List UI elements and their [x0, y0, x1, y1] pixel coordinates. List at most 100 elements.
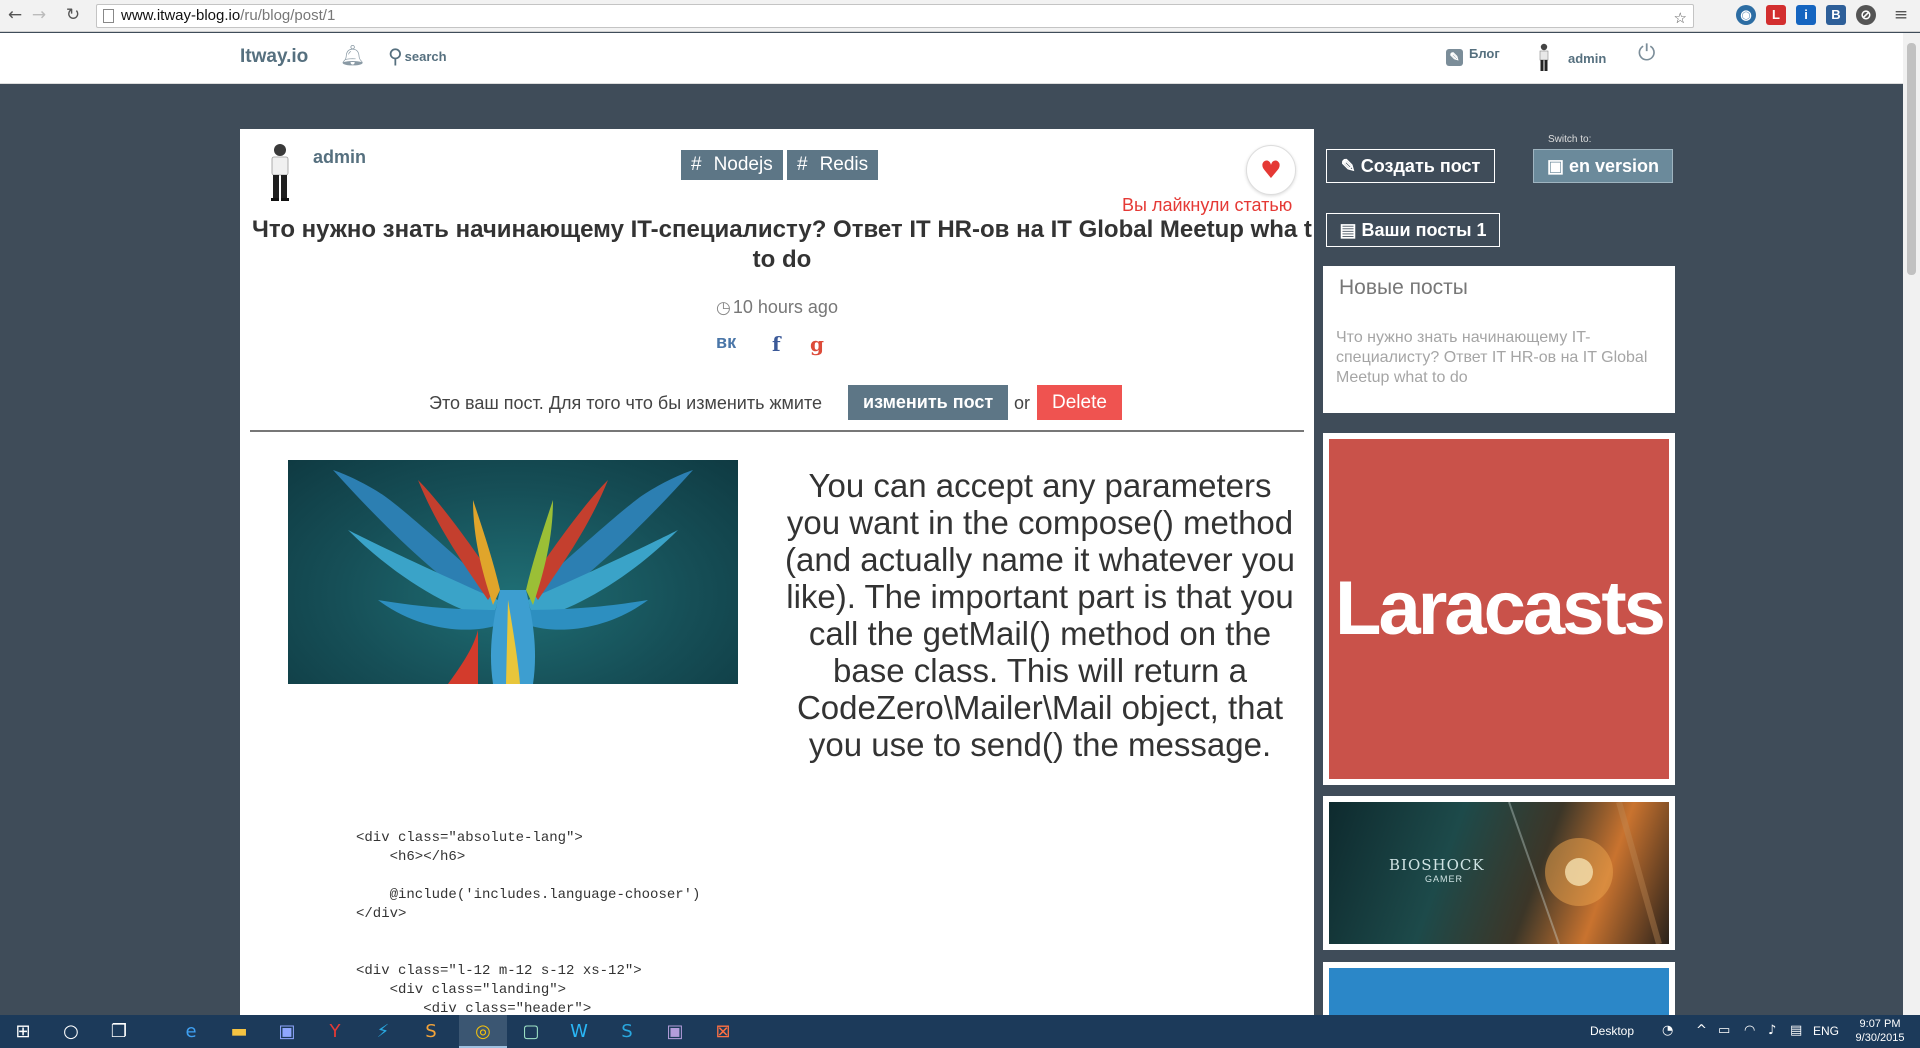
my-posts-button[interactable]: ▤ Ваши посты 1: [1326, 213, 1500, 247]
extension-b-icon[interactable]: B: [1826, 5, 1846, 25]
translate-icon: ▣: [1546, 156, 1569, 176]
wifi-icon[interactable]: ◠: [1744, 1023, 1755, 1038]
code-block: <div class="absolute-lang"> <h6></h6> @i…: [356, 830, 701, 1017]
back-icon[interactable]: ←: [4, 4, 26, 26]
post-body-text: You can accept any parameters you want i…: [785, 467, 1295, 763]
author-name[interactable]: admin: [313, 147, 366, 168]
ad-laracasts[interactable]: Laracasts: [1323, 433, 1675, 785]
clock-icon: ◷: [716, 298, 731, 318]
volume-icon[interactable]: ♪: [1768, 1023, 1776, 1038]
globe-extension-icon[interactable]: ◉: [1736, 5, 1756, 25]
clock[interactable]: 9:07 PM 9/30/2015: [1850, 1017, 1910, 1045]
skype-icon[interactable]: S: [614, 1019, 640, 1045]
language-label: en version: [1568, 156, 1660, 176]
bioshock-subtitle: GAMER: [1425, 874, 1464, 884]
edit-hint: Это ваш пост. Для того что бы изменить ж…: [429, 393, 823, 413]
site-header: Itway.io 🔔︎ ⚲ search ✎ Блог admin ⏻: [0, 33, 1903, 84]
phpstorm-icon[interactable]: ▣: [274, 1019, 300, 1045]
url-path: /ru/blog/post/1: [240, 7, 336, 24]
edge-icon[interactable]: e: [178, 1019, 204, 1045]
vk-icon[interactable]: вк: [716, 332, 736, 353]
menu-icon[interactable]: ≡: [1890, 4, 1912, 26]
sublime-icon[interactable]: S: [418, 1019, 444, 1045]
post-title: Что нужно знать начинающему IT-специалис…: [252, 216, 1312, 273]
avatar[interactable]: [266, 143, 294, 203]
phpstorm2-icon[interactable]: ▣: [662, 1019, 688, 1045]
chrome-icon[interactable]: ◎: [470, 1019, 496, 1045]
logout-icon[interactable]: ⏻: [1638, 41, 1655, 66]
switch-label: Switch to:: [1548, 134, 1592, 145]
edit-post-button[interactable]: изменить пост: [848, 385, 1009, 420]
bioshock-title: BIOSHOCK: [1389, 856, 1485, 874]
notification-icon[interactable]: ◔: [1662, 1023, 1673, 1038]
messenger-icon[interactable]: ⚡: [370, 1019, 396, 1045]
ad-bioshock[interactable]: BIOSHOCK GAMER: [1323, 796, 1675, 950]
taskbar: ⊞ ○ ❐ e ▬ ▣ Y ⚡ S ◎ ▢ W S ▣ ⊠ Desktop ◔ …: [0, 1015, 1920, 1048]
file-explorer-icon[interactable]: ▬: [226, 1019, 252, 1045]
search-button[interactable]: ⚲ search: [388, 44, 447, 68]
cortana-icon[interactable]: ○: [58, 1019, 84, 1045]
hash-icon: #: [691, 154, 702, 175]
divider: [250, 430, 1304, 432]
task-view-icon[interactable]: ❐: [106, 1019, 132, 1045]
browser-toolbar: ← → ↻ www.itway-blog.io/ru/blog/post/1 ☆…: [0, 0, 1920, 32]
ad-blue[interactable]: [1323, 962, 1675, 1028]
or-label: or: [1014, 393, 1031, 413]
action-center-icon[interactable]: ▤: [1790, 1023, 1802, 1038]
tag-label: Nodejs: [713, 154, 773, 175]
google-plus-icon[interactable]: g: [810, 332, 824, 356]
avatar: [1536, 43, 1552, 73]
search-label: search: [404, 49, 447, 64]
page-scrollbar[interactable]: [1903, 33, 1920, 1015]
create-post-button[interactable]: ✎ Создать пост: [1326, 149, 1495, 183]
delete-post-button[interactable]: Delete: [1037, 385, 1122, 420]
bell-icon[interactable]: 🔔︎: [340, 43, 365, 67]
heart-icon: ♥: [1260, 156, 1282, 184]
tag-nodejs[interactable]: # Nodejs: [681, 150, 783, 180]
laracasts-banner: Laracasts: [1329, 439, 1669, 779]
pencil-icon: ✎: [1340, 156, 1361, 176]
extension-circle-icon[interactable]: ⊘: [1856, 5, 1876, 25]
battery-icon[interactable]: ▭: [1718, 1023, 1730, 1038]
url-host: www.itway-blog.io: [121, 7, 241, 24]
language-indicator[interactable]: ENG: [1813, 1024, 1839, 1038]
extension-info-icon[interactable]: i: [1796, 5, 1816, 25]
yandex-icon[interactable]: Y: [322, 1019, 348, 1045]
user-label: admin: [1568, 51, 1607, 66]
desktop-label[interactable]: Desktop: [1590, 1024, 1634, 1038]
page-icon: [103, 9, 114, 23]
blog-label: Блог: [1469, 46, 1500, 61]
extension-l-icon[interactable]: L: [1766, 5, 1786, 25]
reload-icon[interactable]: ↻: [62, 4, 84, 26]
windows-start-icon[interactable]: ⊞: [10, 1019, 36, 1045]
blog-link[interactable]: ✎ Блог: [1446, 46, 1500, 66]
search-icon: ⚲: [388, 44, 403, 68]
terminal-icon[interactable]: ▢: [518, 1019, 544, 1045]
site-logo[interactable]: Itway.io: [240, 46, 308, 68]
archive-icon: ▤: [1339, 220, 1362, 240]
user-menu[interactable]: admin: [1536, 43, 1606, 73]
time-label: 10 hours ago: [732, 297, 838, 317]
edit-icon: ✎: [1446, 49, 1463, 66]
webstorm-icon[interactable]: W: [566, 1019, 592, 1045]
language-switch-button[interactable]: ▣ en version: [1533, 149, 1673, 183]
tray-up-icon[interactable]: ^: [1696, 1023, 1707, 1038]
bioshock-banner: BIOSHOCK GAMER: [1329, 802, 1669, 944]
xampp-icon[interactable]: ⊠: [710, 1019, 736, 1045]
liked-status: Вы лайкнули статью: [1122, 195, 1293, 215]
tag-redis[interactable]: # Redis: [787, 150, 879, 180]
clock-date: 9/30/2015: [1855, 1032, 1905, 1044]
clock-time: 9:07 PM: [1859, 1018, 1901, 1030]
hash-icon: #: [797, 154, 808, 175]
new-posts-title: Новые посты: [1339, 276, 1468, 299]
scrollbar-thumb[interactable]: [1907, 43, 1916, 275]
address-bar[interactable]: www.itway-blog.io/ru/blog/post/1 ☆: [96, 4, 1694, 28]
create-post-label: Создать пост: [1360, 156, 1481, 176]
post-card: admin # Nodejs # Redis ♥ Вы лайкнули стать…: [240, 129, 1314, 1019]
bookmark-star-icon[interactable]: ☆: [1674, 7, 1687, 29]
facebook-icon[interactable]: f: [772, 332, 781, 356]
new-post-link[interactable]: Что нужно знать начинающему IT-специалис…: [1336, 328, 1666, 388]
new-posts-widget: Новые посты Что нужно знать начинающему …: [1323, 266, 1675, 413]
like-button[interactable]: ♥: [1246, 145, 1296, 195]
forward-icon[interactable]: →: [28, 4, 50, 26]
